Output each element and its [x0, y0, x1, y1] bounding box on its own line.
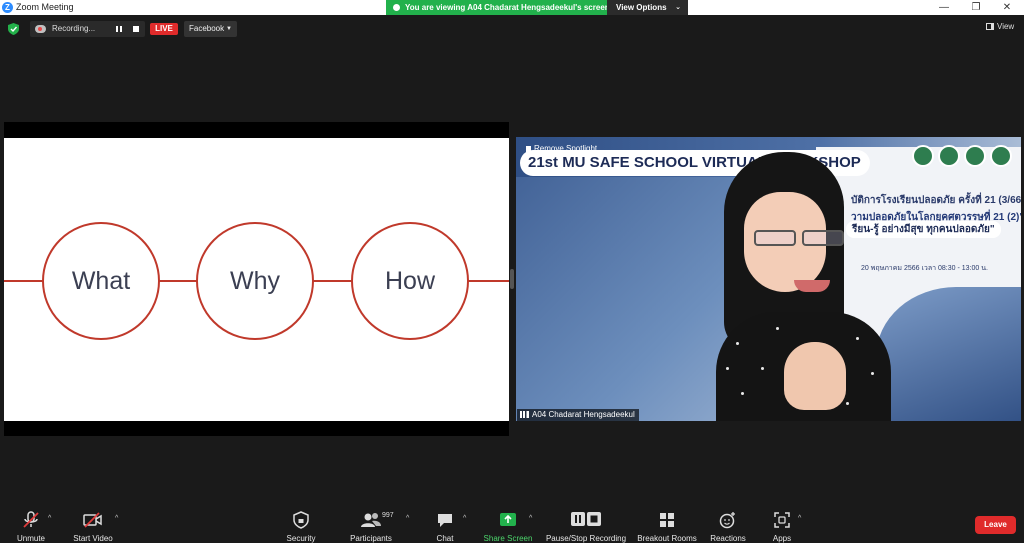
start-video-label: Start Video [73, 534, 113, 543]
recording-indicator: Recording... [30, 21, 145, 37]
logo-icon [938, 145, 960, 167]
participant-name: A04 Chadarat Hengsadeekul [532, 410, 635, 419]
view-options-label: View Options [616, 3, 667, 12]
panel-splitter-handle[interactable] [510, 269, 514, 289]
viewing-text: You are viewing A04 Chadarat Hengsadeeku… [405, 3, 607, 12]
logo-icon [912, 145, 934, 167]
meeting-toolbar: Unmute ^ Start Video ^ Security Particip… [0, 503, 1024, 543]
audio-options-caret-icon[interactable]: ^ [48, 515, 51, 522]
chat-bubble-icon [438, 514, 452, 527]
speaker-figure [716, 152, 891, 421]
shield-icon [293, 511, 309, 529]
live-badge: LIVE [150, 23, 178, 35]
apps-icon [774, 512, 790, 528]
chat-options-caret-icon[interactable]: ^ [463, 515, 466, 522]
security-label: Security [286, 534, 316, 543]
cloud-recording-icon [35, 25, 46, 33]
video-off-icon [83, 512, 102, 528]
speaker-glasses [754, 230, 860, 250]
view-options-button[interactable]: View Options ⌄ [607, 0, 688, 15]
pause-stop-icon [571, 512, 601, 526]
smiley-icon [719, 512, 735, 529]
security-button[interactable]: Security [282, 511, 320, 543]
zoom-logo-icon: Z [2, 2, 13, 13]
participant-count: 997 [382, 512, 394, 519]
view-label: View [997, 22, 1015, 31]
shared-screen: What Why How [4, 122, 509, 436]
view-layout-icon [986, 23, 994, 30]
status-dot-icon [393, 4, 400, 11]
breakout-rooms-label: Breakout Rooms [637, 534, 697, 543]
caret-down-icon: ▼ [226, 26, 232, 32]
chat-button[interactable]: Chat [434, 511, 456, 543]
chat-label: Chat [436, 534, 454, 543]
leave-button[interactable]: Leave [975, 516, 1016, 534]
presentation-slide: What Why How [4, 138, 509, 421]
video-options-caret-icon[interactable]: ^ [115, 515, 118, 522]
remove-spotlight-button[interactable]: Remove Spotlight [526, 144, 597, 153]
circle-what: What [42, 222, 160, 340]
viewing-screen-banner: You are viewing A04 Chadarat Hengsadeeku… [386, 0, 607, 15]
encryption-shield-icon[interactable] [8, 23, 19, 35]
share-screen-label: Share Screen [483, 534, 533, 543]
speaker-face [744, 192, 844, 292]
connection-signal-icon [520, 411, 529, 418]
apps-label: Apps [772, 534, 792, 543]
participants-options-caret-icon[interactable]: ^ [406, 515, 409, 522]
minimize-button[interactable]: — [929, 0, 959, 15]
share-screen-button[interactable]: Share Screen [482, 511, 534, 543]
pause-stop-recording-label: Pause/Stop Recording [545, 534, 627, 543]
share-options-caret-icon[interactable]: ^ [529, 515, 532, 522]
recording-label: Recording... [52, 24, 96, 33]
window-title: Zoom Meeting [16, 2, 74, 12]
unmute-label: Unmute [16, 534, 45, 543]
reactions-label: Reactions [710, 534, 746, 543]
stop-recording-icon[interactable] [133, 26, 139, 32]
people-icon [361, 513, 381, 527]
logo-icon [990, 145, 1012, 167]
speaker-video[interactable]: 21st MU SAFE SCHOOL VIRTUAL WORKSHOP Rem… [516, 137, 1021, 421]
unmute-button[interactable]: Unmute [14, 511, 48, 543]
pause-stop-recording-button[interactable]: Pause/Stop Recording [544, 511, 628, 543]
pin-icon [526, 146, 531, 152]
apps-button[interactable]: Apps [770, 511, 794, 543]
stream-target-label: Facebook [189, 24, 225, 33]
participants-label: Participants [350, 534, 392, 543]
reactions-button[interactable]: Reactions [709, 511, 747, 543]
breakout-rooms-button[interactable]: Breakout Rooms [636, 511, 698, 543]
breakout-grid-icon [660, 513, 674, 527]
logo-icon [964, 145, 986, 167]
circle-why: Why [196, 222, 314, 340]
start-video-button[interactable]: Start Video [72, 511, 114, 543]
pause-recording-icon[interactable] [116, 26, 122, 32]
live-stream-dropdown[interactable]: Facebook ▼ [184, 21, 237, 37]
participant-name-label: A04 Chadarat Hengsadeekul [517, 409, 639, 421]
mic-muted-icon [23, 511, 39, 528]
maximize-button[interactable]: ❐ [961, 0, 991, 15]
speaker-hands [784, 342, 846, 410]
remove-spotlight-label: Remove Spotlight [534, 144, 598, 153]
organization-logos [908, 145, 1014, 169]
share-arrow-icon [500, 513, 516, 526]
chevron-down-icon: ⌄ [675, 4, 681, 11]
apps-options-caret-icon[interactable]: ^ [798, 515, 801, 522]
close-window-button[interactable]: ✕ [992, 0, 1022, 15]
circle-how: How [351, 222, 469, 340]
view-button[interactable]: View [986, 22, 1014, 31]
